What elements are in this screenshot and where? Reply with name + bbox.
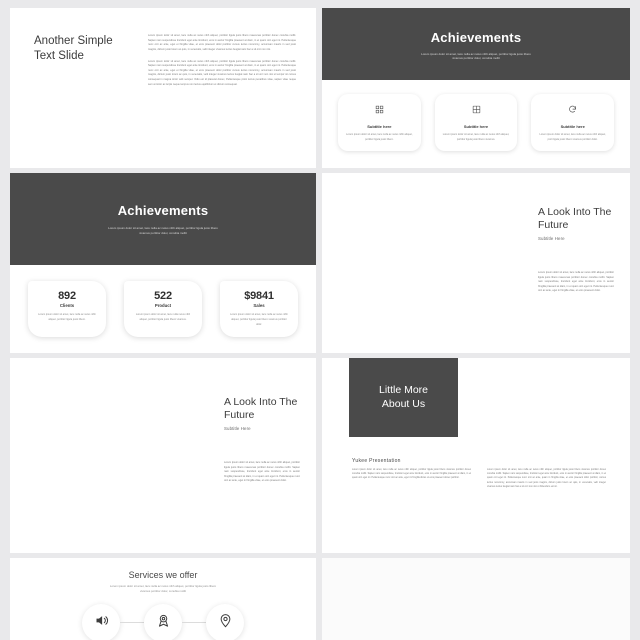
slide-7-header: Services we offer Lorem ipsum dolor sit …: [10, 558, 316, 594]
slide-thumbnail-achievements-stats[interactable]: Achievements Lorem ipsum dolor sit amet,…: [10, 173, 316, 353]
slide-3-stat-row: 892 Clients Lorem ipsum dolor sit amet, …: [10, 265, 316, 338]
slide-5-body: Lorem ipsum dolor sit amet, lacu nulla a…: [224, 460, 300, 483]
slide-thumbnail-another-simple-text-slide[interactable]: Another Simple Text Slide Lorem ipsum do…: [10, 8, 316, 168]
feature-card-text: Lorem ipsum dolor sit amet, lacu nulla a…: [442, 133, 510, 141]
slide-4-content: A Look Into The Future Subtitle Here Lor…: [322, 173, 630, 353]
slide-4-text-column: A Look Into The Future Subtitle Here Lor…: [538, 173, 630, 353]
location-pin-icon: [218, 613, 233, 633]
slide-5-subtitle: Subtitle Here: [224, 425, 251, 431]
stat-card[interactable]: 892 Clients Lorem ipsum dolor sit amet, …: [28, 281, 106, 338]
feature-card[interactable]: Subtitle here Lorem ipsum dolor sit amet…: [531, 94, 615, 152]
slide-4-title: A Look Into The Future: [538, 206, 612, 232]
slide-5-content: A Look Into The Future Subtitle Here Lor…: [10, 358, 316, 553]
slide-6-title: Little More About Us: [378, 383, 429, 410]
stat-card[interactable]: $9841 Sales Lorem ipsum dolor sit amet, …: [220, 281, 298, 338]
refresh-sync-icon: [568, 101, 577, 119]
feature-card-title: Subtitle here: [560, 124, 585, 129]
blank-slide-surface: [322, 558, 630, 640]
slide-4-body: Lorem ipsum dolor sit amet, lacu nulla a…: [538, 270, 614, 293]
stat-value: 522: [154, 290, 172, 302]
slide-2-title: Achievements: [430, 29, 522, 45]
connector-line: [182, 622, 206, 624]
slide-2-header-band: Achievements Lorem ipsum dolor sit amet,…: [322, 8, 630, 80]
feature-card[interactable]: Subtitle here Lorem ipsum dolor sit amet…: [338, 94, 421, 152]
stat-label: Clients: [59, 303, 75, 308]
slide-7-subtitle: Lorem ipsum dolor sit amet, lacu nulla a…: [109, 584, 217, 593]
stat-label: Sales: [253, 303, 265, 308]
feature-card-title: Subtitle here: [463, 124, 489, 129]
feature-card-text: Lorem ipsum dolor sit amet, lacu nulla a…: [346, 133, 413, 141]
slide-deck-grid: Another Simple Text Slide Lorem ipsum do…: [0, 0, 640, 640]
slide-3-header-band: Achievements Lorem ipsum dolor sit amet,…: [10, 173, 316, 265]
slide-2-card-row: Subtitle here Lorem ipsum dolor sit amet…: [322, 80, 630, 152]
slide-3-title: Achievements: [117, 203, 209, 218]
slide-thumbnail-blank-slide[interactable]: [322, 558, 630, 640]
award-badge-icon: [156, 613, 171, 633]
stat-description: Lorem ipsum dolor sit amet, lacu nulla a…: [38, 313, 96, 321]
service-circle[interactable]: [206, 603, 244, 640]
slide-thumbnail-a-look-into-the-future-2[interactable]: A Look Into The Future Subtitle Here Lor…: [10, 358, 316, 553]
stat-label: Product: [154, 303, 172, 308]
slide-1-content: Another Simple Text Slide Lorem ipsum do…: [10, 8, 316, 87]
feature-card-text: Lorem ipsum dolor sit amet, lacu nulla a…: [539, 133, 606, 141]
slide-thumbnail-achievements-features[interactable]: Achievements Lorem ipsum dolor sit amet,…: [322, 8, 630, 168]
slide-1-title: Another Simple Text Slide: [34, 35, 113, 62]
slide-1-paragraph-2: Lorem ipsum dolor sit amet, lacu nulla a…: [148, 59, 296, 86]
slide-thumbnail-services-we-offer[interactable]: Services we offer Lorem ipsum dolor sit …: [10, 558, 316, 640]
slide-6-columns: Lorem ipsum dolor sit amet, lacu nulla a…: [352, 468, 606, 489]
slide-thumbnail-little-more-about-us[interactable]: Little More About Us Yukee Presentation …: [322, 358, 630, 553]
layout-grid-icon: [472, 101, 481, 119]
slide-2-subtitle: Lorem ipsum dolor sit amet, lacu nulla a…: [421, 51, 531, 61]
feature-card[interactable]: Subtitle here Lorem ipsum dolor sit amet…: [434, 94, 518, 152]
slide-6-column-left: Lorem ipsum dolor sit amet, lacu nulla a…: [352, 469, 471, 480]
slide-6-dark-title-box: Little More About Us: [349, 358, 458, 437]
slide-thumbnail-a-look-into-the-future-1[interactable]: A Look Into The Future Subtitle Here Lor…: [322, 173, 630, 353]
slide-4-subtitle: Subtitle Here: [538, 235, 565, 241]
stat-card[interactable]: 522 Product Lorem ipsum dolor sit amet, …: [124, 281, 202, 338]
stat-value: 892: [58, 290, 76, 302]
stat-value: $9841: [244, 290, 274, 302]
slide-6-section-heading: Yukee Presentation: [352, 458, 401, 464]
slide-3-subtitle: Lorem ipsum dolor sit amet, lacu nulla a…: [108, 226, 218, 235]
slide-1-body: Lorem ipsum dolor sit amet, lacu nulla a…: [148, 34, 296, 87]
stat-description: Lorem ipsum dolor sit amet, lacu nulla n…: [135, 313, 191, 321]
slide-5-title: A Look Into The Future: [224, 396, 298, 422]
slide-1-paragraph-1: Lorem ipsum dolor sit amet, lacu nulla a…: [148, 34, 296, 51]
qr-code-icon: [375, 101, 384, 119]
speaker-volume-icon: [94, 613, 109, 633]
feature-card-title: Subtitle here: [367, 124, 392, 129]
slide-6-column-right: Lorem ipsum dolor sit amet, lacu nulla a…: [487, 469, 606, 488]
slide-7-icon-row: [10, 603, 316, 640]
connector-line: [120, 622, 144, 624]
slide-7-title: Services we offer: [128, 570, 198, 580]
service-circle[interactable]: [144, 603, 182, 640]
slide-5-text-column: A Look Into The Future Subtitle Here Lor…: [224, 358, 316, 553]
stat-description: Lorem ipsum dolor sit amet, lacu nulla a…: [230, 313, 288, 326]
service-circle[interactable]: [82, 603, 120, 640]
